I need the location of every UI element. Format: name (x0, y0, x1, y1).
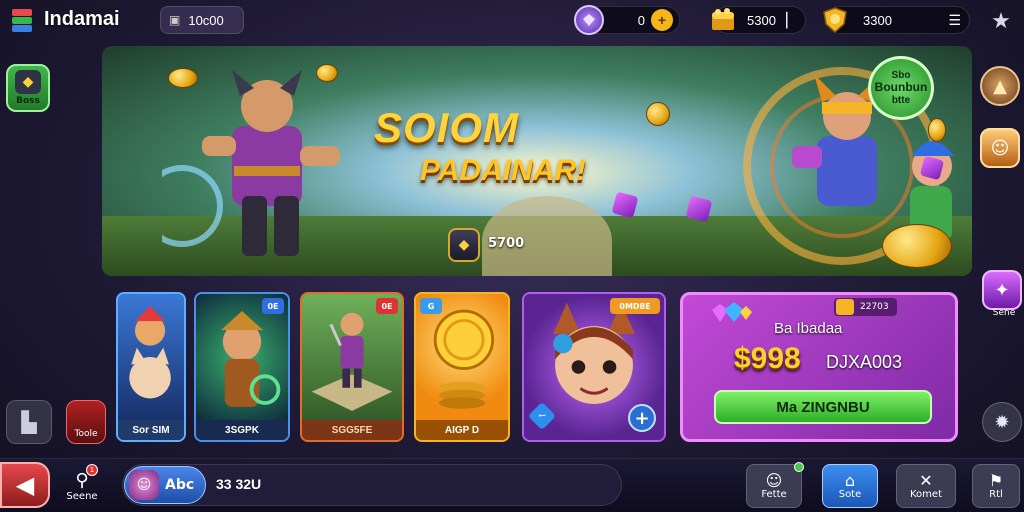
gem-value: 0 (637, 12, 645, 28)
gold-value: 5300 (747, 12, 776, 28)
back-button[interactable]: ◀ (0, 462, 50, 508)
gold-more-icon[interactable]: ▏ (786, 12, 797, 29)
nav-komet[interactable]: ✕ Komet (896, 464, 956, 508)
coin-icon (316, 64, 338, 82)
home-icon: ⌂ (844, 470, 856, 490)
hero-card-3[interactable]: 0E SGG5FE (300, 292, 404, 442)
stats-button[interactable]: ▙ (6, 400, 52, 444)
coin-value: 3300 (863, 12, 892, 28)
hero-card-label: SGG5FE (302, 420, 402, 440)
gem-icon (611, 191, 639, 219)
character-button[interactable]: ☺ (980, 128, 1020, 168)
gem-icon (574, 5, 604, 35)
nav-sote[interactable]: ⌂ Sote (822, 464, 878, 508)
boss-shield-icon: ◆ (15, 70, 41, 94)
boss-button-label: Boss (16, 96, 40, 106)
nav-fette-label: Fette (761, 488, 787, 500)
player-name: Abc (165, 477, 195, 493)
player-id-value: 10c00 (188, 12, 224, 28)
player-score: 33 32U (216, 476, 262, 492)
bonus-badge-line3: btte (891, 94, 911, 106)
nav-rtl-label: Rtl (989, 488, 1003, 500)
trophy-icon: ▲ (993, 75, 1007, 97)
banner-flag-icon: ⚑ (988, 470, 1004, 490)
bar-chart-icon: ▙ (21, 410, 37, 434)
sene-button[interactable]: ✦ (982, 270, 1022, 310)
online-dot (794, 462, 804, 472)
bonus-badge[interactable]: Sbo Bounbun btte (868, 56, 934, 120)
bonus-badge-line2: Bounbun (874, 80, 928, 95)
boss-button[interactable]: ◆ Boss (6, 64, 50, 112)
card-tag: 0E (262, 298, 284, 314)
featured-hero-card[interactable]: 0MD8E ✓ + (522, 292, 666, 442)
hero-card-label: 3SGPK (196, 420, 288, 440)
gem-add-button[interactable]: + (651, 9, 673, 31)
app-title: Indamai (44, 8, 120, 30)
hero-card-art (118, 294, 184, 420)
banner-title: SOIOM (374, 104, 520, 151)
offer-buy-button[interactable]: Ma ZINGNBU (714, 390, 932, 424)
banner-price-shield-icon: ◆ (448, 228, 480, 262)
coin-icon (646, 102, 670, 126)
banner-price: 5700 (488, 236, 525, 251)
coin-card[interactable]: G AIGP D (414, 292, 510, 442)
player-avatar: ☺ (129, 470, 159, 500)
card-tag: G (420, 298, 442, 314)
tools-button[interactable]: Toole (66, 400, 106, 444)
banner-subtitle: PADAINAR! (420, 154, 587, 187)
offer-price: $998 (734, 342, 801, 375)
promo-banner[interactable]: SOIOM PADAINAR! ◆ 5700 Sbo Bounbun btte (102, 46, 972, 276)
lock-icon: ▣ (169, 13, 181, 27)
nav-fette[interactable]: ☺ Fette (746, 462, 804, 508)
favorites-star-icon[interactable]: ★ (986, 6, 1016, 36)
nav-komet-label: Komet (910, 488, 942, 500)
offer-price-label: DJXA003 (826, 352, 903, 372)
chat-icon: ☺ (765, 470, 783, 490)
nav-rtl[interactable]: ⚑ Rtl (972, 464, 1020, 508)
chest-icon (836, 299, 854, 315)
card-tag: 0MD8E (610, 298, 660, 314)
gear-icon: ✹ (994, 411, 1010, 433)
hero-card-label: Sor SIM (118, 420, 184, 440)
hero-card-1[interactable]: Sor SIM (116, 292, 186, 442)
player-id-pill[interactable]: ▣ 10c00 (160, 6, 244, 34)
wand-icon: ✦ (994, 279, 1010, 301)
search-button[interactable]: ⚲ Seene 1 (60, 464, 104, 508)
coin-icon (928, 118, 946, 142)
tools-button-label: Toole (74, 429, 98, 439)
notification-badge: 1 (86, 464, 98, 476)
add-hero-button[interactable]: + (628, 404, 656, 432)
character-avatar-icon: ☺ (990, 137, 1010, 159)
player-chip[interactable]: ☺ Abc (124, 466, 206, 504)
coin-shield-icon (820, 5, 850, 35)
hero-card-2[interactable]: 0E 3SGPK (194, 292, 290, 442)
gold-chest-icon (708, 5, 738, 35)
sene-label: Sene (992, 308, 1016, 318)
offer-gems-icon (712, 302, 752, 322)
arrow-left-icon: ◀ (15, 471, 35, 499)
coin-icon (168, 68, 198, 88)
search-label: Seene (66, 491, 98, 502)
warrior-hero-icon (162, 70, 340, 256)
coin-card-label: AIGP D (416, 420, 508, 440)
offer-subtitle: Ba Ibadaa (774, 320, 843, 337)
card-tag: 0E (376, 298, 398, 314)
settings-button[interactable]: ✹ (982, 402, 1022, 442)
trophy-button[interactable]: ▲ (980, 66, 1020, 106)
coin-icon (882, 224, 952, 268)
nav-sote-label: Sote (838, 488, 862, 500)
crossed-swords-icon: ✕ (919, 470, 933, 490)
menu-icon[interactable]: ☰ (948, 12, 961, 29)
app-logo-icon (8, 6, 36, 34)
offer-tag: 22703 (834, 298, 897, 316)
offer-tag-value: 22703 (860, 302, 889, 312)
